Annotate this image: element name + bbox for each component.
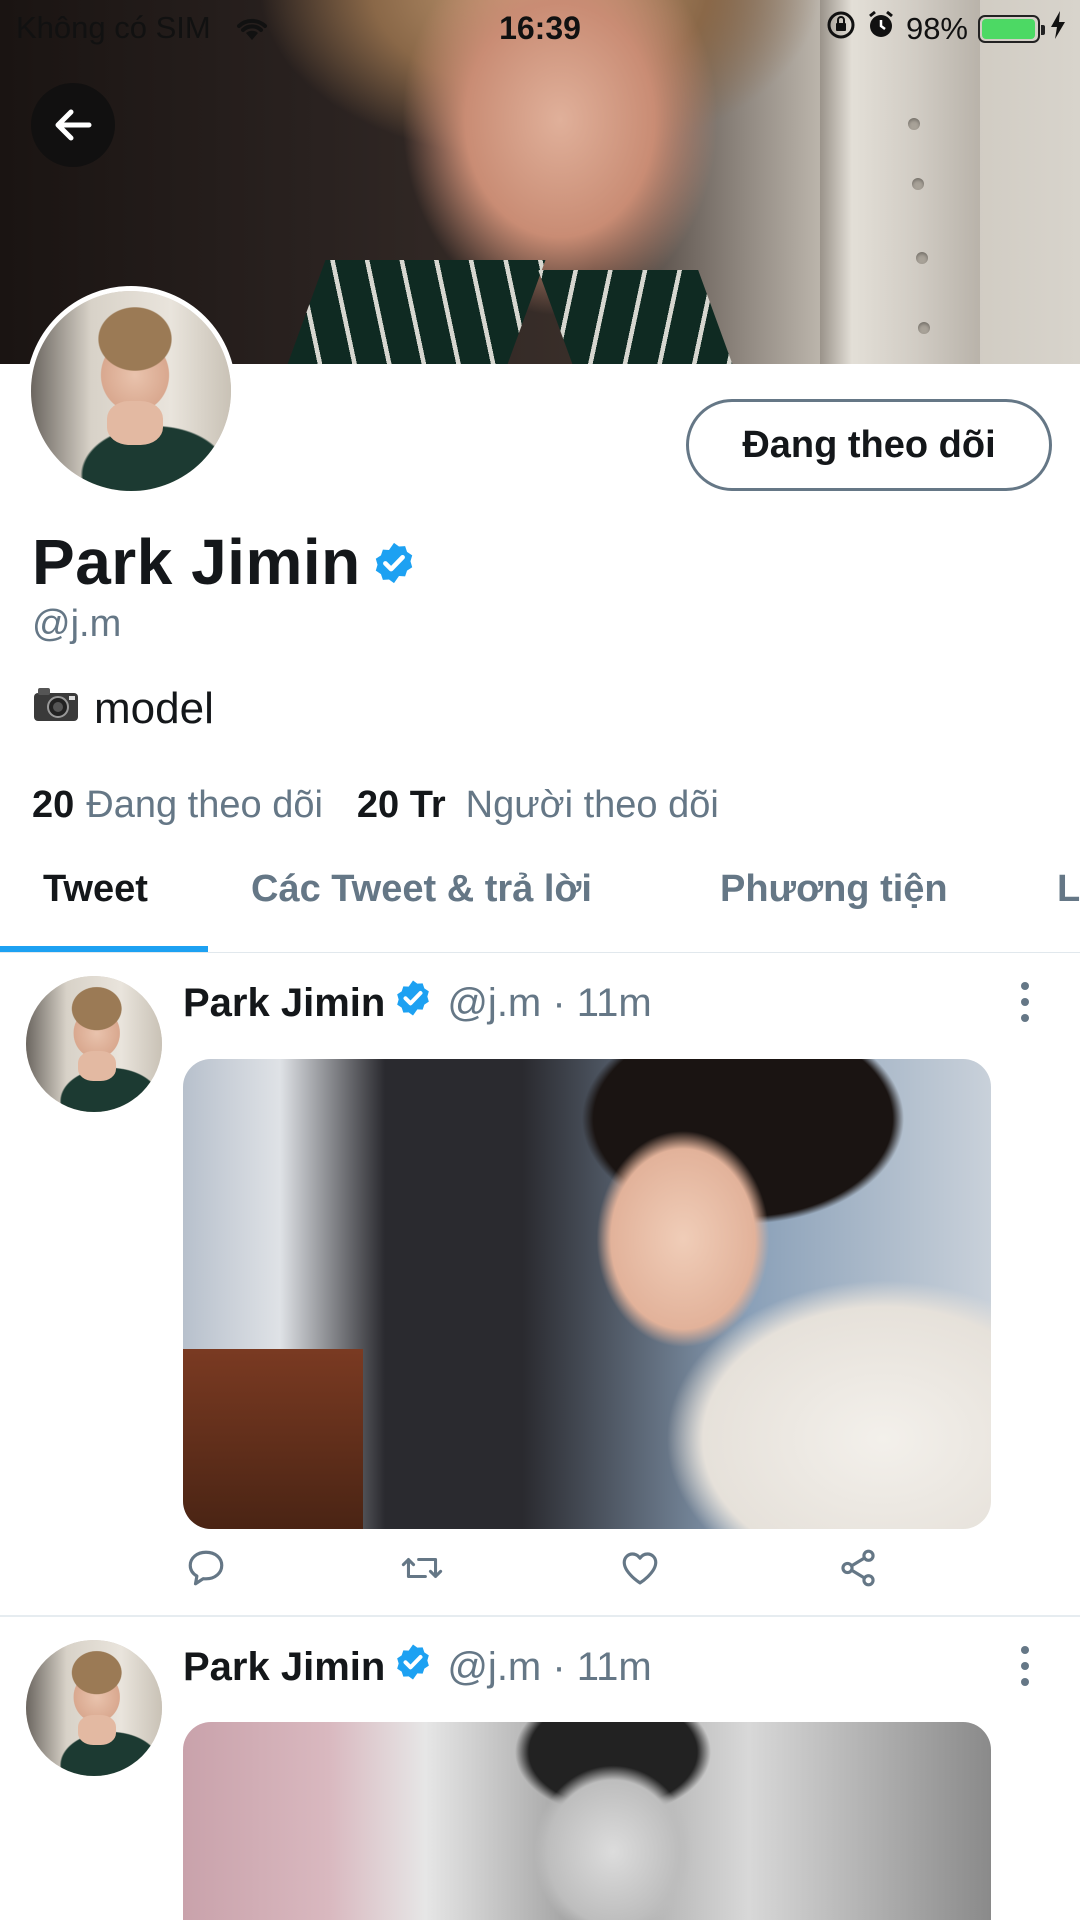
battery-icon [978, 15, 1045, 43]
profile-tabs: Tweet Các Tweet & trả lời Phương tiện L [0, 860, 1080, 952]
more-vertical-icon[interactable] [1010, 982, 1040, 1022]
tweet-avatar[interactable] [26, 976, 162, 1112]
profile-name: Park Jimin [32, 526, 361, 598]
alarm-icon [866, 10, 896, 48]
followers-stat[interactable]: 20 Tr Người theo dõi [357, 784, 719, 827]
reply-icon[interactable] [184, 1546, 228, 1590]
profile-stats: 20 Đang theo dõi 20 Tr Người theo dõi [32, 784, 719, 827]
banner-collar-left [274, 260, 546, 364]
battery-percent: 98% [905, 11, 968, 46]
orientation-lock-icon [826, 10, 856, 48]
tweet-handle-time: @j.m · 11m [447, 1644, 652, 1689]
verified-badge-icon [371, 540, 417, 591]
camera-icon [32, 684, 80, 734]
tweet-media-image[interactable] [183, 1059, 991, 1529]
following-count: 20 [32, 784, 75, 826]
media-background-detail [183, 1349, 363, 1529]
more-vertical-icon[interactable] [1010, 1646, 1040, 1686]
tweet-media-image[interactable] [183, 1722, 991, 1920]
tweet-divider [0, 1615, 1080, 1617]
tab-tweets[interactable]: Tweet [43, 868, 148, 911]
profile-handle: @j.m [32, 603, 122, 645]
profile-avatar[interactable] [26, 286, 236, 496]
back-button[interactable] [31, 83, 115, 167]
tweet-author-name[interactable]: Park Jimin [183, 1645, 385, 1690]
tweet-avatar[interactable] [26, 1640, 162, 1776]
following-button[interactable]: Đang theo dõi [686, 399, 1052, 491]
tab-tweets-and-replies[interactable]: Các Tweet & trả lời [251, 868, 592, 911]
profile-bio: model [32, 684, 214, 734]
share-icon[interactable] [836, 1546, 880, 1590]
verified-badge-icon [393, 1642, 433, 1692]
following-stat[interactable]: 20 Đang theo dõi [32, 784, 323, 827]
charging-icon [1050, 11, 1066, 47]
followers-label: Người theo dõi [465, 784, 719, 826]
arrow-left-icon [55, 109, 92, 141]
retweet-icon[interactable] [400, 1546, 444, 1590]
tweet-header: Park Jimin @j.m · 11m [183, 978, 652, 1028]
heart-icon[interactable] [618, 1546, 662, 1590]
tab-media[interactable]: Phương tiện [720, 868, 948, 911]
following-label: Đang theo dõi [86, 784, 323, 826]
banner-window-frame [820, 0, 980, 364]
status-bar: Không có SIM 16:39 98% [0, 0, 1080, 52]
tweet-header: Park Jimin @j.m · 11m [183, 1642, 652, 1692]
tabs-divider [0, 952, 1080, 953]
bio-text: model [94, 684, 214, 733]
tweet-author-name[interactable]: Park Jimin [183, 981, 385, 1026]
tweet-handle-time: @j.m · 11m [447, 980, 652, 1025]
tweet-actions [0, 1546, 1080, 1596]
profile-name-row: Park Jimin [32, 525, 417, 599]
followers-count: 20 Tr [356, 784, 446, 826]
tab-likes[interactable]: L [1057, 868, 1080, 911]
banner-collar-right [538, 270, 742, 364]
verified-badge-icon [393, 978, 433, 1028]
